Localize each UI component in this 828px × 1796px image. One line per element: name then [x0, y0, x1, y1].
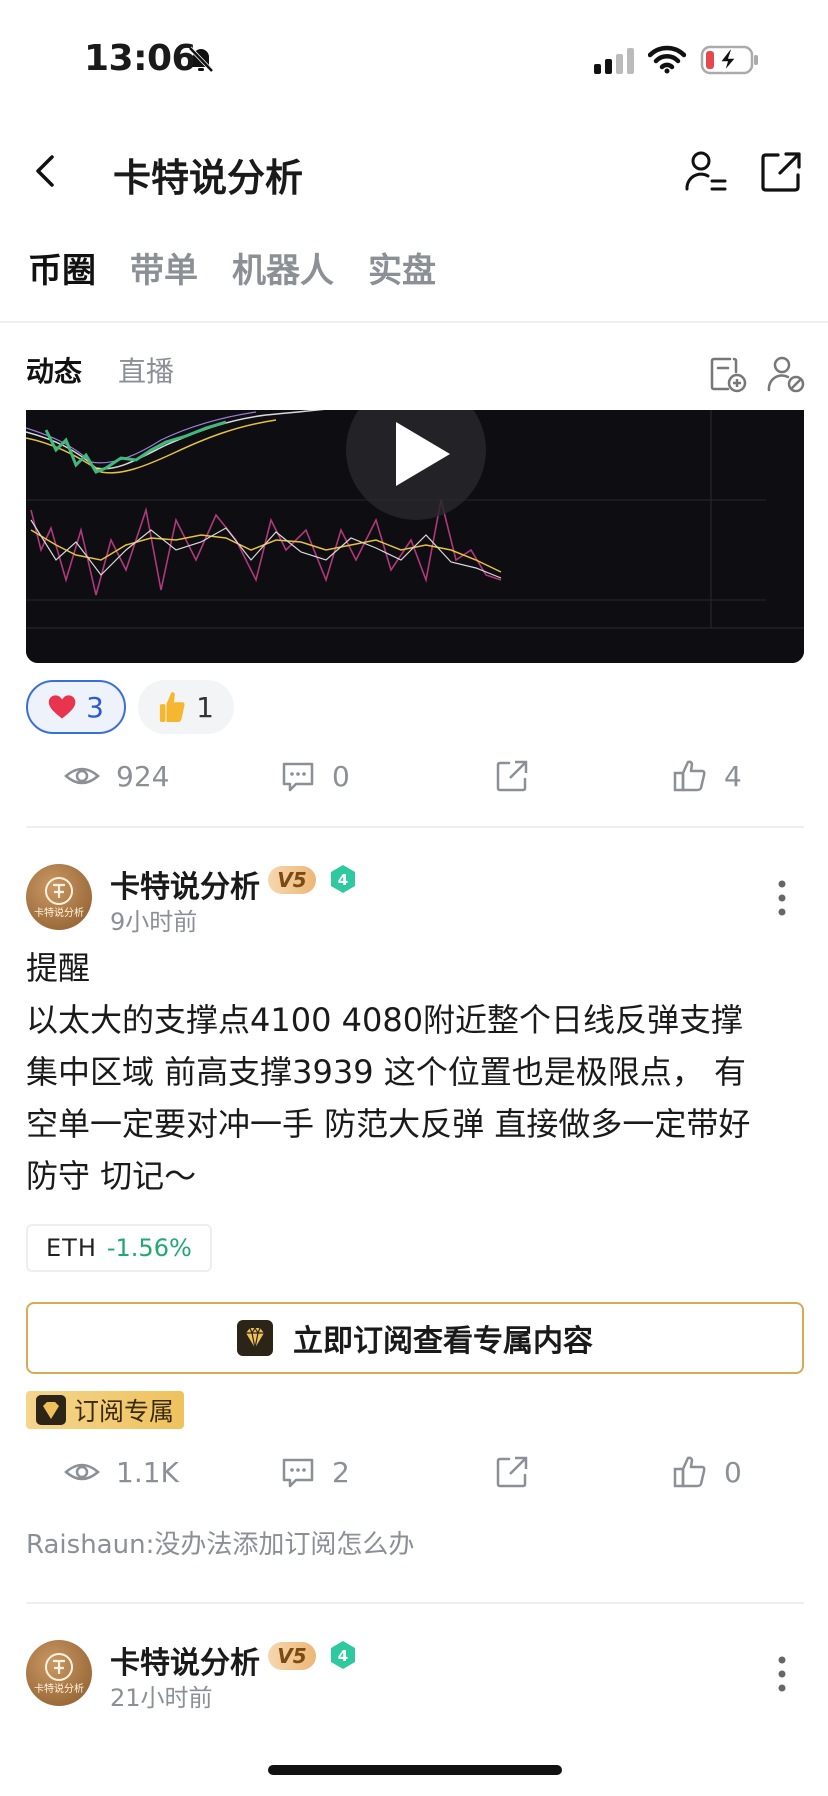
eye-icon [64, 1463, 100, 1481]
thumbs-up-icon [673, 1456, 706, 1488]
divider [26, 1602, 804, 1604]
tab-coin-circle[interactable]: 币圈 [28, 243, 96, 299]
status-time: 13:06 [84, 38, 197, 79]
author-name[interactable]: 卡特说分析 [110, 862, 260, 906]
level-badge-icon: 4 [331, 865, 355, 893]
play-icon [396, 422, 450, 486]
status-bar: 13:06 [0, 0, 828, 110]
views-stat: 1.1K [64, 1454, 179, 1490]
back-icon[interactable] [28, 149, 64, 193]
more-options-icon[interactable] [776, 878, 788, 918]
vip-badge: V5 [268, 1642, 316, 1670]
comments-button[interactable]: 0 [280, 758, 350, 794]
post-time: 9小时前 [110, 908, 198, 936]
battery-charging-icon [700, 45, 758, 75]
views-stat: 924 [64, 758, 169, 794]
bell-muted-icon [188, 46, 214, 73]
reaction-heart[interactable]: 3 [26, 680, 126, 734]
tab-bots[interactable]: 机器人 [232, 243, 334, 299]
post-line: 集中区域 前高支撑3939 这个位置也是极限点， 有 [26, 1053, 746, 1091]
avatar-label: 卡特说分析 [34, 908, 84, 919]
post-body: 提醒 以太大的支撑点4100 4080附近整个日线反弹支撑 集中区域 前高支撑3… [26, 942, 806, 1202]
avatar-label: 卡特说分析 [34, 1684, 84, 1695]
heart-icon [48, 695, 76, 719]
sub-tabs: 动态 直播 [26, 350, 174, 428]
reaction-thumbs-up[interactable]: 1 [138, 680, 234, 734]
post-line: 防守 切记～ [26, 1157, 197, 1195]
level-badge-icon: 4 [331, 1641, 355, 1669]
ticker-chip[interactable]: ETH -1.56% [26, 1224, 212, 1272]
more-options-icon[interactable] [776, 1654, 788, 1694]
user-block-icon[interactable] [766, 354, 806, 394]
post-line: 以太大的支撑点4100 4080附近整个日线反弹支撑 [26, 1001, 744, 1039]
like-button[interactable]: 4 [672, 758, 742, 794]
share-icon [496, 1456, 528, 1488]
avatar[interactable]: 卡特说分析 [26, 864, 92, 930]
comments-count: 2 [332, 1455, 350, 1489]
comment-preview[interactable]: Raishaun:没办法添加订阅怎么办 [26, 1524, 414, 1561]
share-button[interactable] [494, 1454, 530, 1490]
diamond-icon [36, 1395, 66, 1425]
vip-badge: V5 [268, 866, 316, 894]
top-nav-bar: 卡特说分析 [0, 125, 828, 215]
home-indicator[interactable] [268, 1765, 562, 1775]
subscribe-label: 立即订阅查看专属内容 [293, 1324, 593, 1359]
like-button[interactable]: 0 [672, 1454, 742, 1490]
thumbs-up-emoji-icon [159, 692, 185, 723]
likes-count: 0 [724, 1455, 742, 1489]
diamond-icon [237, 1320, 273, 1356]
ticker-symbol: ETH [46, 1234, 97, 1262]
video-preview[interactable] [26, 410, 804, 663]
avatar-logo-icon [45, 1653, 73, 1681]
add-post-icon[interactable] [708, 354, 748, 394]
wifi-icon [648, 45, 686, 74]
exclusive-label: 订阅专属 [74, 1397, 175, 1426]
reactions-bar: 3 1 [26, 680, 234, 734]
ticker-change: -1.56% [106, 1234, 192, 1262]
reaction-thumbs-count: 1 [196, 690, 214, 724]
views-count: 1.1K [116, 1455, 179, 1489]
tab-live-stream[interactable]: 直播 [118, 350, 174, 406]
post-stats: 924 0 4 [0, 758, 828, 808]
divider [26, 826, 804, 828]
thumbs-up-icon [673, 760, 706, 792]
post-time: 21小时前 [110, 1684, 213, 1712]
tab-copy-trading[interactable]: 带单 [130, 243, 198, 299]
tab-feed[interactable]: 动态 [26, 350, 85, 428]
level-badge-number: 4 [338, 1647, 348, 1665]
comment-icon [282, 1458, 314, 1488]
likes-count: 4 [724, 759, 742, 793]
user-profile-icon[interactable] [684, 149, 728, 195]
views-count: 924 [116, 759, 170, 793]
avatar[interactable]: 卡特说分析 [26, 1640, 92, 1706]
tab-live-trading[interactable]: 实盘 [368, 243, 436, 299]
share-icon[interactable] [760, 149, 802, 193]
author-name[interactable]: 卡特说分析 [110, 1638, 260, 1682]
main-tabs: 币圈 带单 机器人 实盘 [28, 243, 436, 299]
reaction-heart-count: 3 [86, 690, 104, 724]
post-stats: 1.1K 2 0 [0, 1454, 828, 1504]
level-badge-number: 4 [338, 871, 348, 889]
post-line: 空单一定要对冲一手 防范大反弹 直接做多一定带好 [26, 1105, 751, 1143]
page-title: 卡特说分析 [113, 156, 304, 200]
post-line: 提醒 [26, 949, 91, 987]
comment-icon [282, 762, 314, 792]
cellular-signal-icon [594, 48, 634, 74]
divider [0, 321, 828, 323]
comments-button[interactable]: 2 [280, 1454, 350, 1490]
eye-icon [64, 767, 100, 785]
subscribe-button[interactable]: 立即订阅查看专属内容 [26, 1302, 804, 1374]
share-button[interactable] [494, 758, 530, 794]
share-icon [496, 760, 528, 792]
avatar-logo-icon [45, 877, 73, 905]
exclusive-tag: 订阅专属 [26, 1391, 185, 1429]
comments-count: 0 [332, 759, 350, 793]
